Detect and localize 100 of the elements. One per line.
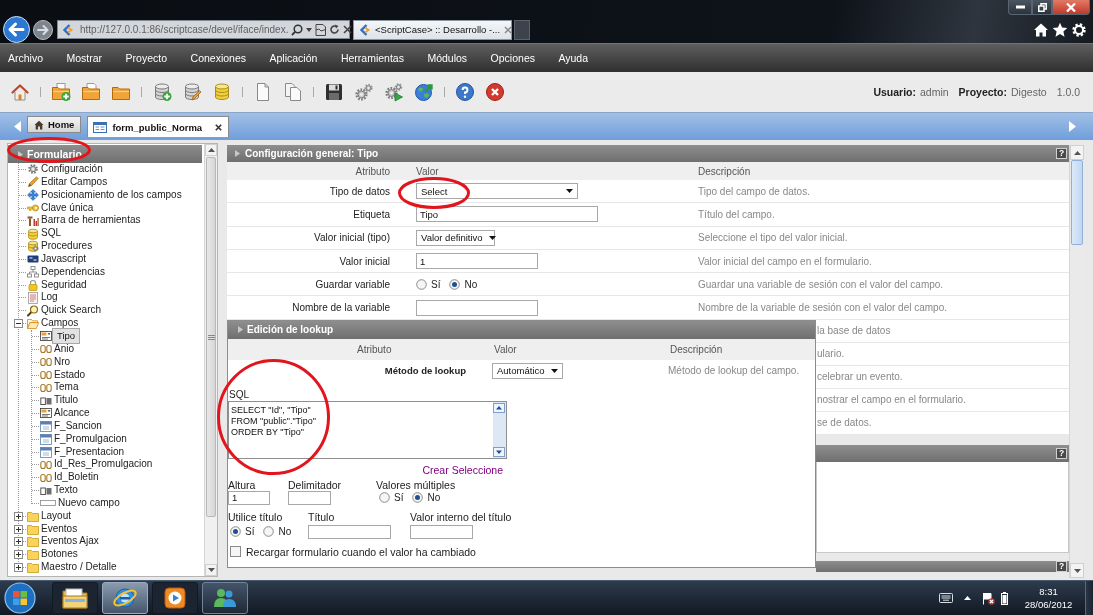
- radio-button[interactable]: [416, 278, 427, 290]
- tree-item[interactable]: Estado: [52, 368, 88, 382]
- scroll-up-icon[interactable]: [493, 402, 505, 413]
- start-orb-icon[interactable]: [4, 582, 36, 614]
- minimize-button[interactable]: [1008, 0, 1032, 15]
- tree-item[interactable]: Layout: [39, 509, 74, 523]
- show-desktop-button[interactable]: [1085, 580, 1093, 615]
- dropdown[interactable]: Valor definitivo: [416, 229, 495, 246]
- sql-textarea[interactable]: SELECT "Id", "Tipo" FROM "public"."Tipo" ORDER BY "Tipo": [228, 400, 507, 459]
- search-icon[interactable]: [291, 23, 304, 36]
- database-pencil-icon[interactable]: [182, 82, 202, 102]
- caret-up-icon[interactable]: [964, 596, 971, 600]
- refresh-icon[interactable]: [329, 24, 341, 35]
- caret-icon[interactable]: [306, 27, 313, 32]
- close-icon[interactable]: [215, 123, 223, 131]
- tree-item[interactable]: Quick Search: [39, 304, 104, 318]
- gears-icon[interactable]: [354, 82, 374, 102]
- menu-item[interactable]: Módulos: [427, 52, 468, 64]
- tab[interactable]: form_public_Norma: [87, 116, 230, 137]
- minus-box-icon[interactable]: [14, 319, 23, 329]
- close-icon[interactable]: [343, 25, 353, 34]
- menu-item[interactable]: Ayuda: [558, 52, 589, 64]
- tree-item[interactable]: Log: [39, 291, 60, 305]
- keyboard-icon[interactable]: [939, 593, 953, 603]
- close-button[interactable]: [1052, 0, 1090, 15]
- tree-item[interactable]: Posicionamiento de los campos: [39, 188, 184, 202]
- broken-page-icon[interactable]: [315, 23, 327, 36]
- tree-item[interactable]: Titulo: [52, 394, 81, 408]
- tree-item[interactable]: Eventos Ajax: [39, 535, 101, 549]
- tree-item[interactable]: Alcance: [52, 407, 92, 420]
- tab[interactable]: Home: [27, 116, 82, 133]
- menu-item[interactable]: Conexiones: [190, 52, 246, 64]
- documents-icon[interactable]: [283, 82, 303, 102]
- taskbar-button[interactable]: [52, 582, 98, 614]
- text-field[interactable]: Tipo: [416, 206, 598, 223]
- text-field[interactable]: 1: [416, 253, 538, 270]
- plus-box-icon[interactable]: [14, 563, 23, 573]
- dropdown[interactable]: Automático: [492, 362, 563, 379]
- folder-document-icon[interactable]: [81, 82, 101, 102]
- radio-button[interactable]: [412, 492, 424, 504]
- help-button[interactable]: ?: [1056, 447, 1067, 459]
- tree-item[interactable]: F_Presentacion: [52, 445, 127, 459]
- text-field[interactable]: 1: [228, 490, 270, 505]
- dropdown[interactable]: Select: [416, 183, 578, 200]
- back-button-icon[interactable]: [3, 16, 30, 43]
- close-icon[interactable]: [504, 25, 513, 34]
- menu-item[interactable]: Aplicación: [269, 52, 318, 64]
- tree-item[interactable]: Dependencias: [39, 265, 107, 279]
- tree-item[interactable]: Maestro / Detalle: [39, 561, 119, 574]
- plus-box-icon[interactable]: [14, 511, 23, 521]
- tree-item[interactable]: Id_Res_Promulgacion: [52, 458, 155, 472]
- tree-item[interactable]: F_Sancion: [52, 419, 104, 433]
- checkbox[interactable]: [230, 546, 241, 558]
- scroll-down-icon[interactable]: [493, 446, 505, 457]
- tree-item[interactable]: Javascript: [39, 252, 88, 266]
- plus-box-icon[interactable]: [14, 524, 23, 534]
- tree-item[interactable]: Id_Boletin: [52, 471, 101, 485]
- menu-item[interactable]: Archivo: [8, 52, 43, 64]
- menu-item[interactable]: Herramientas: [340, 52, 404, 64]
- tree-item[interactable]: Eventos: [39, 522, 80, 536]
- menu-item[interactable]: Proyecto: [125, 52, 168, 64]
- database-icon[interactable]: [212, 82, 232, 102]
- menu-item[interactable]: Opciones: [490, 52, 535, 64]
- radio-button[interactable]: [379, 492, 390, 504]
- star-icon[interactable]: [1052, 22, 1068, 38]
- plus-box-icon[interactable]: [14, 550, 23, 560]
- scroll-up-button[interactable]: [1070, 145, 1084, 160]
- tree-item[interactable]: Barra de herramientas: [39, 214, 143, 228]
- scroll-down-button[interactable]: [205, 564, 217, 576]
- folder-plus-icon[interactable]: [51, 82, 71, 102]
- taskbar-button[interactable]: [152, 582, 198, 614]
- tree-item[interactable]: Tema: [52, 381, 81, 395]
- browser-tab[interactable]: <ScriptCase> :: Desarrollo -...: [353, 19, 512, 40]
- radio-button[interactable]: [263, 526, 275, 538]
- tree-item[interactable]: Botones: [39, 548, 80, 562]
- close-icon[interactable]: [485, 82, 505, 102]
- battery-icon[interactable]: [1001, 591, 1008, 605]
- restore-button[interactable]: [1032, 0, 1052, 15]
- tree-item[interactable]: Clave única: [39, 201, 96, 215]
- scroll-up-button[interactable]: [205, 144, 217, 156]
- tree-item[interactable]: Editar Campos: [39, 175, 110, 189]
- menu-item[interactable]: Mostrar: [66, 52, 103, 64]
- radio-button[interactable]: [449, 278, 461, 290]
- tree-item[interactable]: Anio: [52, 342, 76, 356]
- home-icon[interactable]: [1033, 22, 1049, 38]
- tree-item[interactable]: Nro: [52, 355, 73, 369]
- flag-icon[interactable]: [982, 591, 995, 605]
- help-button[interactable]: ?: [1056, 560, 1067, 572]
- tree-item[interactable]: Seguridad: [39, 278, 89, 292]
- scroll-down-button[interactable]: [1070, 563, 1084, 578]
- tree-item[interactable]: Campos: [39, 317, 81, 330]
- tree-item[interactable]: Configuración: [39, 163, 105, 176]
- gear-play-icon[interactable]: [384, 82, 404, 102]
- help-icon[interactable]: [455, 82, 475, 102]
- taskbar-button[interactable]: [202, 582, 248, 614]
- text-field[interactable]: [308, 524, 391, 539]
- tree-item[interactable]: SQL: [39, 227, 63, 241]
- tree-item[interactable]: Tipo: [52, 328, 81, 345]
- tree-item[interactable]: Nuevo campo: [56, 496, 122, 510]
- radio-button[interactable]: [230, 526, 241, 538]
